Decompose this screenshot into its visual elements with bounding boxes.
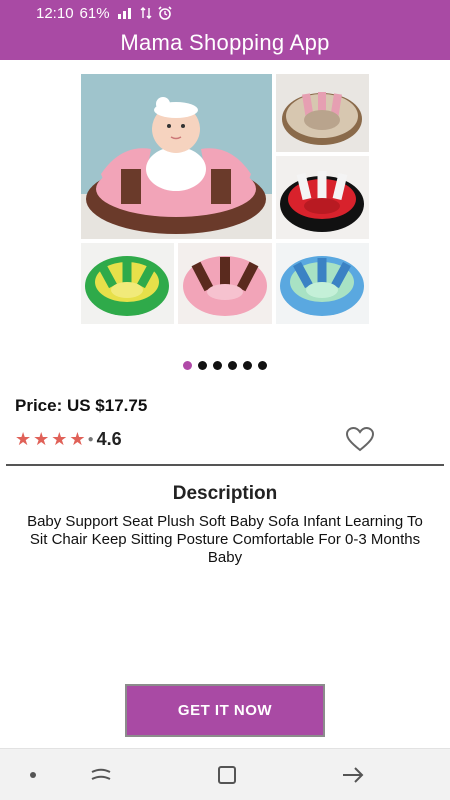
rating-separator-icon: ● [87,433,94,445]
description-title: Description [172,483,278,504]
star-icon: ★ [51,429,68,449]
rating-stars: ★ ★ ★ ★ [15,430,86,448]
signal-icon [117,7,134,19]
system-nav-bar [0,748,450,800]
description-text: Baby Support Seat Plush Soft Baby Sofa I… [27,513,423,566]
app-title: Mama Shopping App [0,26,450,60]
star-icon: ★ [33,429,50,449]
rating-value: 4.6 [96,428,122,449]
carousel-dot[interactable] [198,361,207,370]
carousel-indicator [0,361,450,373]
heart-outline-icon[interactable] [345,426,375,452]
data-icon [140,7,152,19]
back-icon[interactable] [340,763,366,787]
carousel-dot-active[interactable] [183,361,192,370]
status-bar: 12:10 61% [0,0,450,26]
carousel-dot[interactable] [213,361,222,370]
get-it-now-button[interactable]: GET IT NOW [125,684,325,737]
product-rating: ★ ★ ★ ★ ● 4.6 [15,428,122,450]
carousel-dot[interactable] [228,361,237,370]
star-icon: ★ [69,429,86,449]
status-time: 12:10 [36,4,74,22]
product-image[interactable] [81,74,369,324]
home-icon[interactable] [214,763,240,787]
star-icon: ★ [15,429,32,449]
divider [6,464,444,466]
carousel-dot[interactable] [258,361,267,370]
recent-apps-icon[interactable] [88,763,114,787]
dot-icon[interactable] [20,763,46,787]
alarm-icon [158,6,172,20]
product-price: Price: US $17.75 [15,396,148,415]
carousel-dot[interactable] [243,361,252,370]
battery-level: 61% [79,4,110,22]
